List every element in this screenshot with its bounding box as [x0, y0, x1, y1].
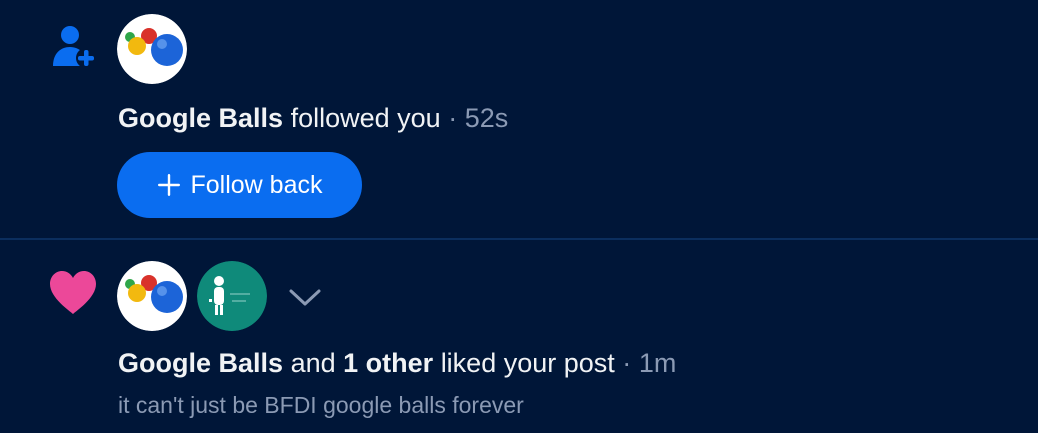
follow-notification[interactable]: Google Balls followed you · 52s Follow b…: [0, 0, 1038, 238]
google-balls-avatar[interactable]: [117, 14, 187, 84]
separator: ·: [448, 103, 458, 133]
actor-name[interactable]: Google Balls: [118, 348, 283, 378]
follow-text: Google Balls followed you · 52s: [118, 102, 508, 134]
chevron-down-icon[interactable]: [285, 283, 325, 311]
like-text: Google Balls and 1 other liked your post…: [118, 347, 676, 379]
action-text: liked your post: [440, 348, 615, 378]
separator: ·: [622, 348, 632, 378]
person-add-icon: [50, 22, 98, 70]
actor-name[interactable]: Google Balls: [118, 103, 283, 133]
like-notification[interactable]: Google Balls and 1 other liked your post…: [0, 240, 1038, 433]
timestamp: 1m: [638, 348, 677, 378]
action-text: followed you: [290, 103, 441, 133]
google-balls-avatar[interactable]: [117, 261, 187, 331]
plus-icon: [157, 173, 181, 197]
other-user-avatar[interactable]: [197, 261, 267, 331]
post-preview-text[interactable]: it can't just be BFDI google balls forev…: [118, 391, 524, 419]
others-count[interactable]: 1 other: [343, 348, 433, 378]
follow-back-button[interactable]: Follow back: [117, 152, 362, 218]
connector-text: and: [290, 348, 336, 378]
heart-icon: [48, 270, 98, 316]
follow-back-label: Follow back: [190, 170, 323, 199]
timestamp: 52s: [464, 103, 509, 133]
